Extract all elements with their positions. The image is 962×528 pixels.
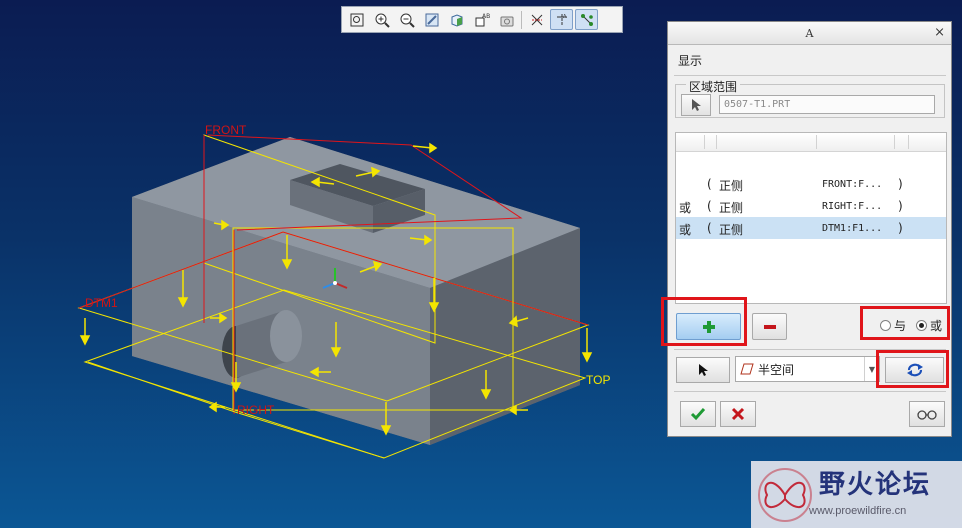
table-row-selected[interactable]: 或 ( 正侧 DTM1:F1... ) [676,217,946,239]
row-reference: FRONT:F... [822,179,883,190]
dialog-title: A [805,26,814,40]
zoom-in-icon[interactable] [370,9,393,30]
datum-planes-icon[interactable] [525,9,548,30]
cursor-arrow-icon [692,99,701,111]
row-operator: 或 [679,201,692,215]
row-left-paren: ( [707,221,712,235]
dialog-titlebar[interactable]: A × [668,22,951,45]
row-reference: DTM1:F1... [822,223,883,234]
cursor-arrow-icon [699,364,708,376]
close-icon [731,407,745,421]
divider [674,75,946,76]
region-select-button[interactable] [681,94,711,116]
region-field[interactable]: 0507-T1.PRT [719,95,935,114]
named-views-icon[interactable]: AB [470,9,493,30]
region-type-value: 半空间 [758,362,795,377]
preview-button[interactable] [909,401,945,427]
row-side: 正侧 [719,223,744,237]
row-reference: RIGHT:F... [822,201,883,212]
datum-axes-icon[interactable]: A [550,9,573,30]
svg-text:A: A [563,14,567,20]
toolbar-separator [521,10,522,29]
repaint-icon[interactable] [420,9,443,30]
graphics-toolbar: AB A [341,6,623,33]
front-plane-label: FRONT [205,123,247,137]
svg-text:AB: AB [482,13,490,20]
cancel-button[interactable] [720,401,756,427]
datum-points-icon[interactable] [575,9,598,30]
row-side: 正侧 [719,201,744,215]
row-operator: 或 [679,223,692,237]
table-header [676,133,946,152]
check-icon [690,408,706,421]
zoom-out-icon[interactable] [395,9,418,30]
row-side: 正侧 [719,179,744,193]
reference-table[interactable]: ( 正侧 FRONT:F... ) 或 ( 正侧 RIGHT:F... ) 或 … [675,132,947,304]
view-manager-icon[interactable] [495,9,518,30]
row-right-paren: ) [898,221,903,235]
display-style-icon[interactable] [445,9,468,30]
watermark: 野火论坛 www.proewildfire.cn [751,461,962,528]
pick-reference-button[interactable] [676,357,730,383]
right-plane-label: RIGHT [237,403,275,417]
flip-button-highlight [876,350,949,388]
table-row[interactable]: ( 正侧 FRONT:F... ) [676,173,946,195]
watermark-url: www.proewildfire.cn [809,505,907,517]
add-button-highlight [661,297,747,346]
row-right-paren: ) [898,199,903,213]
logic-radio-highlight [860,306,950,340]
half-space-icon [740,363,754,375]
close-icon[interactable]: × [934,25,945,40]
glasses-icon [917,410,937,420]
region-type-dropdown[interactable]: 半空间 ▼ [735,356,880,382]
region-group-title: 区域范围 [686,78,741,95]
watermark-title: 野火论坛 [819,470,932,500]
ok-button[interactable] [680,401,716,427]
row-right-paren: ) [898,177,903,191]
dtm1-plane-label: DTM1 [85,296,118,310]
zoom-fit-icon[interactable] [345,9,368,30]
remove-reference-button[interactable] [752,313,787,340]
minus-icon [763,324,776,329]
row-left-paren: ( [707,199,712,213]
butterfly-logo-icon [758,468,812,522]
divider [674,391,946,392]
top-plane-label: TOP [586,373,610,387]
table-row[interactable]: 或 ( 正侧 RIGHT:F... ) [676,195,946,217]
dialog-heading: 显示 [678,54,703,68]
row-left-paren: ( [707,177,712,191]
